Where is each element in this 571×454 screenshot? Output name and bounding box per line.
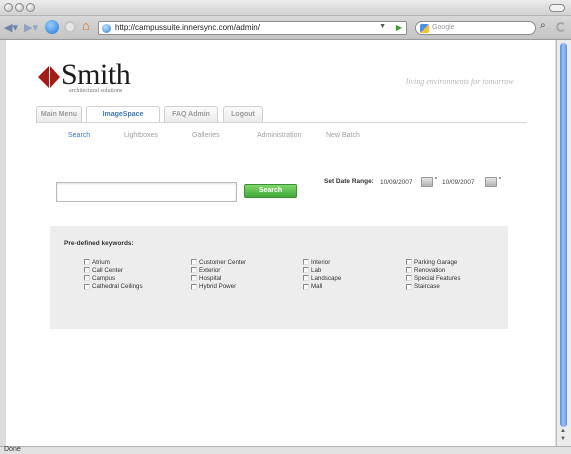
go-arrow-icon[interactable]: ▶	[396, 23, 402, 32]
tab-logout[interactable]: Logout	[223, 106, 263, 122]
tab-label: ImageSpace	[102, 111, 144, 118]
keyword-label: Atrium	[92, 258, 110, 266]
magnifier-icon[interactable]: ⌕	[540, 20, 546, 31]
keyword-label: Campus	[92, 274, 116, 282]
checkbox[interactable]	[191, 275, 197, 282]
history-dropdown-icon[interactable]: ▼	[379, 23, 386, 30]
brand-name: Smith	[61, 58, 131, 91]
address-bar[interactable]: http://campussuite.innersync.com/admin/ …	[98, 21, 407, 35]
keyword-label: Landscape	[311, 274, 342, 282]
checkbox[interactable]	[406, 259, 412, 265]
stop-icon[interactable]	[64, 21, 76, 33]
keyword-label: Staircase	[414, 283, 440, 291]
date-to-value[interactable]: 10/09/2007	[442, 179, 475, 186]
address-bar-url[interactable]: http://campussuite.innersync.com/admin/	[115, 23, 260, 32]
back-arrow-icon[interactable]: ◀▾	[4, 22, 18, 34]
checkbox[interactable]	[303, 267, 309, 274]
checkbox[interactable]	[406, 283, 412, 290]
keywords-panel: Pre-defined keywords: Atrium Call Center…	[50, 226, 508, 329]
checkbox[interactable]	[303, 275, 309, 282]
keyword-label: Parking Garage	[414, 258, 458, 266]
site-favicon-icon	[102, 24, 111, 33]
calendar-icon[interactable]	[485, 177, 501, 187]
checkbox[interactable]	[303, 259, 309, 265]
brand-subtitle: architectural solutions	[69, 88, 123, 94]
tab-divider	[36, 122, 526, 123]
subnav-galleries[interactable]: Galleries	[192, 132, 220, 139]
keywords-title: Pre-defined keywords:	[64, 240, 134, 247]
subnav-new-batch[interactable]: New Batch	[326, 132, 360, 139]
minimize-window-button[interactable]	[15, 3, 24, 12]
logo-arrow-icon	[38, 66, 60, 88]
search-engine-icon[interactable]	[420, 24, 429, 33]
keyword-label: Renovation	[414, 266, 446, 274]
status-bar: Done	[0, 446, 571, 454]
scrollbar-thumb[interactable]	[560, 43, 567, 427]
window-titlebar	[0, 0, 571, 16]
calendar-icon[interactable]	[421, 177, 437, 187]
keyword-label: Call Center	[92, 266, 123, 274]
tab-faq-admin[interactable]: FAQ Admin	[164, 106, 218, 122]
reload-icon[interactable]	[45, 20, 59, 34]
keyword-label: Mall	[311, 283, 323, 291]
toolbar-toggle-button[interactable]	[549, 4, 565, 12]
checkbox[interactable]	[84, 267, 90, 274]
tab-imagespace[interactable]: ImageSpace	[86, 106, 160, 123]
home-icon[interactable]: ⌂	[82, 19, 90, 33]
subnav-lightboxes[interactable]: Lightboxes	[124, 132, 158, 139]
date-range-label: Set Date Range:	[324, 178, 374, 185]
loading-spinner-icon	[556, 22, 566, 32]
keyword-label: Hospital	[199, 274, 222, 282]
keyword-label: Hybrid Power	[199, 283, 237, 291]
keyword-label: Exterior	[199, 266, 221, 274]
browser-search-placeholder: Google	[432, 24, 455, 31]
keyword-label: Interior	[311, 258, 331, 266]
tab-main-menu[interactable]: Main Menu	[36, 106, 82, 122]
scroll-up-arrow-icon[interactable]: ▲	[560, 428, 566, 434]
checkbox[interactable]	[84, 275, 90, 282]
keyword-label: Lab	[311, 266, 322, 274]
image-search-input[interactable]	[56, 182, 237, 202]
forward-arrow-icon[interactable]: ▶▾	[24, 22, 38, 34]
checkbox[interactable]	[84, 259, 90, 265]
checkbox[interactable]	[191, 259, 197, 265]
page-viewport: Smith architectural solutions living env…	[6, 40, 555, 446]
tab-label: Main Menu	[40, 111, 78, 118]
checkbox[interactable]	[303, 283, 309, 290]
close-window-button[interactable]	[4, 3, 13, 12]
checkbox[interactable]	[84, 283, 90, 290]
subnav-administration[interactable]: Administration	[257, 132, 301, 139]
tab-label: Logout	[231, 111, 255, 118]
brand-tagline: living environments for tomorrow	[406, 77, 514, 86]
vertical-scrollbar[interactable]: ▲ ▼	[556, 40, 571, 446]
checkbox[interactable]	[191, 283, 197, 290]
browser-search-field[interactable]: Google	[415, 21, 536, 35]
date-from-value[interactable]: 10/09/2007	[380, 179, 413, 186]
status-text: Done	[4, 446, 21, 453]
checkbox[interactable]	[406, 275, 412, 282]
tab-label: FAQ Admin	[172, 111, 210, 118]
keyword-label: Customer Center	[199, 258, 247, 266]
keyword-label: Special Features	[414, 274, 461, 282]
scroll-down-arrow-icon[interactable]: ▼	[560, 436, 566, 442]
checkbox[interactable]	[406, 267, 412, 274]
keyword-label: Cathedral Ceilings	[92, 283, 143, 291]
browser-toolbar: ◀▾ ▶▾ ⌂ http://campussuite.innersync.com…	[0, 16, 571, 40]
checkbox[interactable]	[191, 267, 197, 274]
search-button[interactable]: Search	[244, 184, 297, 198]
subnav-search[interactable]: Search	[68, 132, 90, 139]
zoom-window-button[interactable]	[26, 3, 35, 12]
